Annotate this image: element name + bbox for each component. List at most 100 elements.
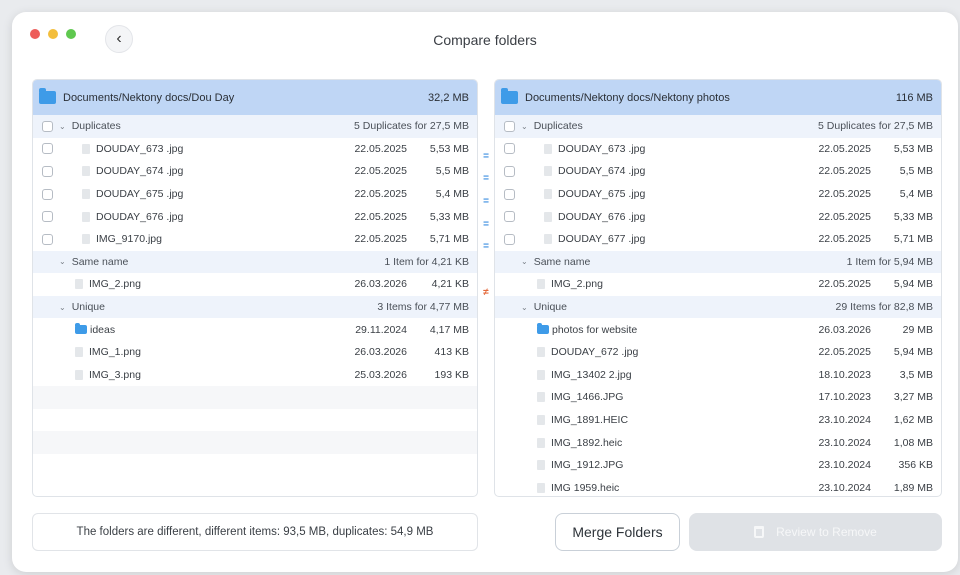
section-label: Duplicates bbox=[533, 120, 583, 133]
left-duplicates-section[interactable]: ⌄ Duplicates 5 Duplicates for 27,5 MB bbox=[33, 115, 477, 138]
right-unique-row[interactable]: photos for website 26.03.2026 29 MB bbox=[495, 318, 941, 341]
file-icon bbox=[75, 369, 83, 380]
file-name: DOUDAY_676 .jpg bbox=[558, 210, 646, 223]
right-duplicates-section[interactable]: ⌄ Duplicates 5 Duplicates for 27,5 MB bbox=[495, 115, 941, 138]
right-unique-row[interactable]: IMG_13402 2.jpg 18.10.2023 3,5 MB bbox=[495, 364, 941, 387]
file-size: 5,5 MB bbox=[899, 165, 933, 178]
left-unique-section[interactable]: ⌄ Unique 3 Items for 4,77 MB bbox=[33, 295, 477, 319]
left-unique-row[interactable]: ideas 29.11.2024 4,17 MB bbox=[33, 318, 477, 341]
left-same-name-row[interactable]: IMG_2.png 26.03.2026 4,21 KB bbox=[33, 273, 477, 296]
right-same-name-row[interactable]: IMG_2.png 22.05.2025 5,94 MB bbox=[495, 273, 941, 296]
empty-row bbox=[33, 409, 477, 432]
file-date: 23.10.2024 bbox=[818, 481, 871, 494]
chevron-down-icon[interactable]: ⌄ bbox=[521, 122, 528, 131]
empty-row bbox=[33, 454, 477, 477]
file-size: 1,89 MB bbox=[893, 481, 933, 494]
right-unique-row[interactable]: IMG_1466.JPG 17.10.2023 3,27 MB bbox=[495, 386, 941, 409]
right-unique-row[interactable]: IMG_1891.HEIC 23.10.2024 1,62 MB bbox=[495, 409, 941, 432]
row-checkbox[interactable] bbox=[504, 211, 515, 223]
row-checkbox[interactable] bbox=[504, 165, 515, 177]
file-icon bbox=[544, 234, 552, 245]
file-icon bbox=[537, 415, 545, 426]
left-duplicate-row[interactable]: DOUDAY_676 .jpg 22.05.2025 5,33 MB bbox=[33, 205, 477, 228]
chevron-down-icon[interactable]: ⌄ bbox=[59, 122, 66, 131]
row-checkbox[interactable] bbox=[42, 143, 53, 155]
file-icon bbox=[82, 234, 90, 245]
right-unique-row[interactable]: IMG_1892.heic 23.10.2024 1,08 MB bbox=[495, 431, 941, 454]
right-folder-header: Documents/Nektony docs/Nektony photos 11… bbox=[495, 80, 941, 115]
file-name: DOUDAY_674 .jpg bbox=[96, 165, 184, 178]
right-same-name-section[interactable]: ⌄ Same name 1 Item for 5,94 MB bbox=[495, 250, 941, 274]
file-date: 29.11.2024 bbox=[355, 323, 407, 336]
merge-folders-button[interactable]: Merge Folders bbox=[555, 513, 680, 551]
file-date: 23.10.2024 bbox=[818, 436, 871, 449]
file-date: 22.05.2025 bbox=[354, 165, 407, 178]
not-equal-mark: ≠ bbox=[483, 287, 489, 298]
compare-window: ‹ Compare folders Documents/Nektony docs… bbox=[12, 12, 958, 572]
titlebar: ‹ Compare folders bbox=[12, 12, 958, 74]
chevron-down-icon[interactable]: ⌄ bbox=[521, 303, 528, 312]
file-name: DOUDAY_675 .jpg bbox=[96, 188, 184, 201]
right-unique-section[interactable]: ⌄ Unique 29 Items for 82,8 MB bbox=[495, 295, 941, 319]
row-checkbox[interactable] bbox=[42, 165, 53, 177]
left-duplicate-row[interactable]: IMG_9170.jpg 22.05.2025 5,71 MB bbox=[33, 228, 477, 251]
file-icon bbox=[82, 143, 90, 154]
right-unique-row[interactable]: IMG_1912.JPG 23.10.2024 356 KB bbox=[495, 454, 941, 477]
review-to-remove-button[interactable]: Review to Remove bbox=[689, 513, 942, 551]
left-duplicate-row[interactable]: DOUDAY_674 .jpg 22.05.2025 5,5 MB bbox=[33, 160, 477, 183]
right-duplicates-checkbox[interactable] bbox=[504, 120, 515, 132]
left-same-name-section[interactable]: ⌄ Same name 1 Item for 4,21 KB bbox=[33, 250, 477, 274]
row-checkbox[interactable] bbox=[42, 188, 53, 200]
file-name: IMG_1912.JPG bbox=[551, 459, 624, 472]
right-duplicate-row[interactable]: DOUDAY_677 .jpg 22.05.2025 5,71 MB bbox=[495, 228, 941, 251]
chevron-down-icon[interactable]: ⌄ bbox=[59, 303, 66, 312]
left-folder-path: Documents/Nektony docs/Dou Day bbox=[63, 91, 235, 104]
section-label: Same name bbox=[71, 255, 129, 268]
row-checkbox[interactable] bbox=[504, 188, 515, 200]
file-size: 5,53 MB bbox=[429, 142, 469, 155]
row-checkbox[interactable] bbox=[42, 233, 53, 245]
right-duplicate-row[interactable]: DOUDAY_675 .jpg 22.05.2025 5,4 MB bbox=[495, 183, 941, 206]
file-size: 356 KB bbox=[898, 459, 933, 472]
left-duplicates-checkbox[interactable] bbox=[42, 120, 53, 132]
left-unique-row[interactable]: IMG_1.png 26.03.2026 413 KB bbox=[33, 341, 477, 364]
file-date: 18.10.2023 bbox=[818, 368, 871, 381]
file-size: 5,71 MB bbox=[893, 233, 933, 246]
file-icon bbox=[82, 211, 90, 222]
file-date: 26.03.2026 bbox=[354, 278, 407, 291]
file-name: DOUDAY_673 .jpg bbox=[558, 142, 646, 155]
row-checkbox[interactable] bbox=[504, 143, 515, 155]
file-size: 3,5 MB bbox=[899, 368, 933, 381]
section-label: Unique bbox=[533, 301, 567, 314]
equal-mark: = bbox=[483, 196, 489, 207]
section-label: Duplicates bbox=[71, 120, 121, 133]
file-size: 5,33 MB bbox=[893, 210, 933, 223]
section-label: Unique bbox=[71, 301, 105, 314]
file-name: IMG 1959.heic bbox=[551, 481, 620, 494]
file-icon bbox=[537, 279, 545, 290]
file-size: 4,17 MB bbox=[429, 323, 469, 336]
row-checkbox[interactable] bbox=[504, 233, 515, 245]
left-unique-row[interactable]: IMG_3.png 25.03.2026 193 KB bbox=[33, 364, 477, 387]
file-name: ideas bbox=[90, 323, 116, 336]
row-checkbox[interactable] bbox=[42, 211, 53, 223]
file-date: 22.05.2025 bbox=[818, 346, 871, 359]
file-size: 5,4 MB bbox=[435, 188, 469, 201]
right-duplicate-row[interactable]: DOUDAY_676 .jpg 22.05.2025 5,33 MB bbox=[495, 205, 941, 228]
file-name: IMG_1891.HEIC bbox=[551, 414, 629, 427]
file-size: 5,4 MB bbox=[899, 188, 933, 201]
file-icon bbox=[537, 347, 545, 358]
right-duplicate-row[interactable]: DOUDAY_674 .jpg 22.05.2025 5,5 MB bbox=[495, 160, 941, 183]
chevron-down-icon[interactable]: ⌄ bbox=[521, 257, 528, 266]
chevron-down-icon[interactable]: ⌄ bbox=[59, 257, 66, 266]
left-duplicate-row[interactable]: DOUDAY_673 .jpg 22.05.2025 5,53 MB bbox=[33, 138, 477, 161]
file-name: IMG_1466.JPG bbox=[551, 391, 624, 404]
file-name: IMG_1.png bbox=[89, 346, 141, 359]
left-duplicate-row[interactable]: DOUDAY_675 .jpg 22.05.2025 5,4 MB bbox=[33, 183, 477, 206]
right-unique-row[interactable]: DOUDAY_672 .jpg 22.05.2025 5,94 MB bbox=[495, 341, 941, 364]
right-unique-row[interactable]: IMG 1959.heic 23.10.2024 1,89 MB bbox=[495, 477, 941, 497]
right-duplicate-row[interactable]: DOUDAY_673 .jpg 22.05.2025 5,53 MB bbox=[495, 138, 941, 161]
section-info: 5 Duplicates for 27,5 MB bbox=[354, 120, 469, 133]
file-date: 22.05.2025 bbox=[354, 188, 407, 201]
file-size: 5,53 MB bbox=[893, 142, 933, 155]
